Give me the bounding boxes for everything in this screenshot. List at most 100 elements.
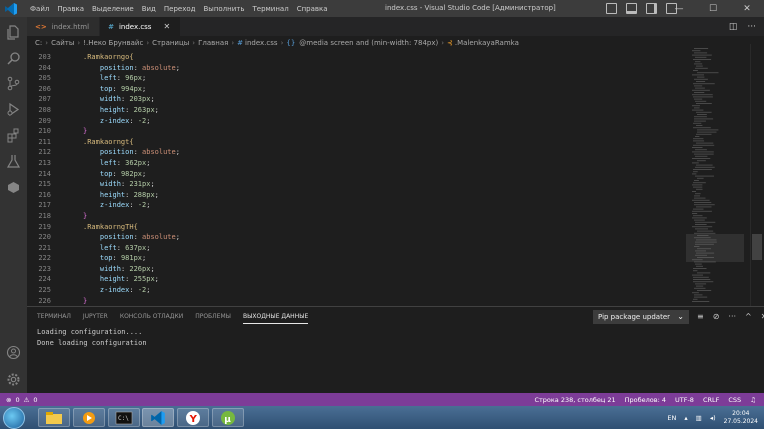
network-icon[interactable]: ▥ <box>696 414 702 422</box>
breadcrumb-item[interactable]: Главная <box>198 39 228 47</box>
explorer-icon[interactable] <box>6 25 21 40</box>
volume-icon[interactable]: ◂) <box>710 414 716 422</box>
manage-gear-icon[interactable] <box>6 372 21 387</box>
tab-output[interactable]: ВЫХОДНЫЕ ДАННЫЕ <box>242 313 309 324</box>
minimap-line <box>694 287 706 289</box>
code-line[interactable]: 215 width: 231px; <box>27 179 682 190</box>
css-property: width <box>99 264 121 273</box>
indentation[interactable]: Пробелов: 4 <box>625 396 666 404</box>
search-icon[interactable] <box>6 51 21 66</box>
more-actions-icon[interactable]: ··· <box>747 22 756 32</box>
clear-output-icon[interactable]: ⊘ <box>713 312 720 321</box>
account-icon[interactable] <box>6 345 21 360</box>
tab-index-css[interactable]: # index.css ✕ <box>100 17 182 36</box>
media-player-taskbar-icon[interactable] <box>73 408 105 427</box>
code-line[interactable]: 226} <box>27 296 682 304</box>
problems-indicator[interactable]: ⊗ 0 ⚠ 0 <box>0 396 38 404</box>
run-debug-icon[interactable] <box>6 102 21 117</box>
cmd-taskbar-icon[interactable]: C:\ <box>108 408 140 427</box>
maximize-button[interactable]: ☐ <box>696 0 730 17</box>
cursor-position[interactable]: Строка 238, столбец 21 <box>534 396 615 404</box>
menu-go[interactable]: Переход <box>160 5 200 13</box>
code-line[interactable]: 206 top: 994px; <box>27 84 682 95</box>
code-line[interactable]: 223 width: 226px; <box>27 264 682 275</box>
utorrent-taskbar-icon[interactable]: µ <box>212 408 244 427</box>
breadcrumb-item[interactable]: Сайты <box>51 39 74 47</box>
code-line[interactable]: 210} <box>27 126 682 137</box>
menu-run[interactable]: Выполнить <box>199 5 248 13</box>
menu-file[interactable]: Файл <box>26 5 53 13</box>
toggle-primary-sidebar-icon[interactable] <box>606 3 617 14</box>
minimize-button[interactable]: — <box>662 0 696 17</box>
breadcrumb-item[interactable]: @media screen and (min-width: 784px) <box>299 39 438 47</box>
code-line[interactable]: 213 left: 362px; <box>27 158 682 169</box>
vertical-scrollbar[interactable] <box>750 44 764 306</box>
toggle-panel-icon[interactable] <box>626 3 637 14</box>
extensions-icon[interactable] <box>6 128 21 143</box>
tab-terminal[interactable]: ТЕРМИНАЛ <box>37 313 71 324</box>
tab-debug-console[interactable]: КОНСОЛЬ ОТЛАДКИ <box>120 313 183 324</box>
code-line[interactable]: 225 z-index: -2; <box>27 285 682 296</box>
show-hidden-icons-icon[interactable]: ▴ <box>684 414 687 422</box>
breadcrumb-item[interactable]: index.css <box>245 39 278 47</box>
code-line[interactable]: 220 position: absolute; <box>27 232 682 243</box>
code-line[interactable]: 224 height: 255px; <box>27 274 682 285</box>
code-line[interactable]: 209 z-index: -2; <box>27 116 682 127</box>
code-line[interactable]: 205 left: 96px; <box>27 73 682 84</box>
minimap-slider[interactable] <box>686 234 744 262</box>
input-language[interactable]: EN <box>667 414 676 422</box>
minimap[interactable] <box>686 44 744 306</box>
menu-selection[interactable]: Выделение <box>88 5 138 13</box>
notifications-bell-icon[interactable]: ♫ <box>750 396 756 404</box>
code-line[interactable]: 221 left: 637px; <box>27 243 682 254</box>
minimap-line <box>695 155 708 157</box>
toggle-secondary-sidebar-icon[interactable] <box>646 3 657 14</box>
code-line[interactable]: 208 height: 263px; <box>27 105 682 116</box>
line-number: 211 <box>38 137 51 146</box>
breadcrumb-item[interactable]: Страницы <box>152 39 189 47</box>
yandex-browser-taskbar-icon[interactable]: Y <box>177 408 209 427</box>
minimap-line <box>697 272 711 274</box>
remote-explorer-icon[interactable] <box>6 180 21 195</box>
code-line[interactable]: 204 position: absolute; <box>27 63 682 74</box>
breadcrumb-item[interactable]: .MalenkayaRamka <box>455 39 519 47</box>
tab-index-html[interactable]: <> index.html <box>27 17 101 36</box>
start-button[interactable] <box>3 407 25 429</box>
menu-view[interactable]: Вид <box>138 5 160 13</box>
menu-terminal[interactable]: Терминал <box>248 5 292 13</box>
filter-icon[interactable]: ≡ <box>697 312 704 321</box>
code-line[interactable]: 211 .Ramkaorngt{ <box>27 137 682 148</box>
tab-problems[interactable]: ПРОБЛЕМЫ <box>195 313 231 324</box>
testing-flask-icon[interactable] <box>6 154 21 169</box>
code-editor[interactable]: 203 .Ramkaorngo{204 position: absolute; 20… <box>27 52 682 304</box>
vscode-taskbar-icon[interactable] <box>142 408 174 427</box>
more-actions-icon[interactable]: ··· <box>728 312 736 321</box>
split-editor-icon[interactable]: ◫ <box>729 22 738 32</box>
menu-help[interactable]: Справка <box>293 5 332 13</box>
line-ending[interactable]: CRLF <box>703 396 719 404</box>
menu-edit[interactable]: Правка <box>53 5 88 13</box>
scrollbar-thumb[interactable] <box>752 234 762 260</box>
code-line[interactable]: 216 height: 288px; <box>27 190 682 201</box>
code-line[interactable]: 207 width: 203px; <box>27 94 682 105</box>
close-window-button[interactable]: ✕ <box>730 0 764 17</box>
code-line[interactable]: 218} <box>27 211 682 222</box>
explorer-taskbar-icon[interactable] <box>38 408 70 427</box>
maximize-panel-icon[interactable]: ^ <box>745 312 752 321</box>
code-line[interactable]: 212 position: absolute; <box>27 147 682 158</box>
tab-jupyter[interactable]: JUPYTER <box>83 313 108 324</box>
code-line[interactable]: 214 top: 982px; <box>27 169 682 180</box>
close-tab-icon[interactable]: ✕ <box>163 22 170 31</box>
encoding[interactable]: UTF-8 <box>675 396 694 404</box>
code-line[interactable]: 217 z-index: -2; <box>27 200 682 211</box>
css-property: position <box>99 63 134 72</box>
breadcrumb-item[interactable]: C: <box>35 39 42 47</box>
code-line[interactable]: 222 top: 981px; <box>27 253 682 264</box>
code-line[interactable]: 219 .RamkaorngTH{ <box>27 222 682 233</box>
output-channel-select[interactable]: Pip package updater ⌄ <box>593 310 689 324</box>
language-mode[interactable]: CSS <box>728 396 741 404</box>
clock[interactable]: 20:04 27.05.2024 <box>724 410 758 426</box>
breadcrumb-item[interactable]: !.Неко Брунвайс <box>83 39 143 47</box>
code-line[interactable]: 203 .Ramkaorngo{ <box>27 52 682 63</box>
source-control-icon[interactable] <box>6 76 21 91</box>
